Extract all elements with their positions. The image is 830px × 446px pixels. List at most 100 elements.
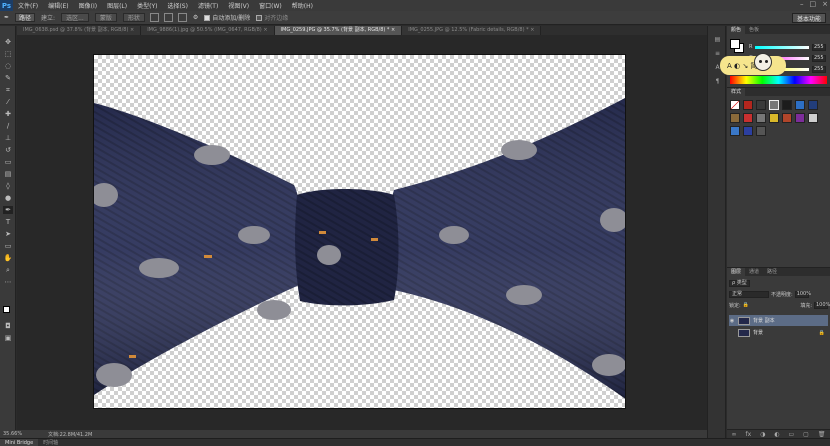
tab-img-0255[interactable]: IMG_0255.JPG @ 12.5% (Fabric details, RG… — [402, 26, 542, 35]
style-swatch[interactable] — [808, 100, 818, 110]
make-shape-button[interactable]: 形状 — [122, 13, 145, 22]
type-tool-icon[interactable]: T — [3, 218, 13, 226]
brush-tool-icon[interactable]: ∕ — [3, 122, 13, 130]
menu-layer[interactable]: 图层(L) — [102, 1, 132, 10]
tab-styles[interactable]: 样式 — [727, 88, 746, 96]
maximize-button[interactable]: □ — [810, 0, 817, 8]
style-swatch[interactable] — [756, 100, 766, 110]
zoom-level[interactable]: 35.66% — [0, 431, 30, 437]
fx-icon[interactable]: fx — [745, 431, 751, 438]
style-swatch[interactable] — [795, 100, 805, 110]
screen-mode-icon[interactable]: ▣ — [3, 334, 13, 342]
folder-icon[interactable]: ▭ — [789, 431, 795, 438]
tab-color[interactable]: 颜色 — [727, 26, 746, 34]
foreground-color-swatch[interactable] — [730, 39, 740, 49]
marquee-tool-icon[interactable]: ⬚ — [3, 50, 13, 58]
tab-timeline[interactable]: 时间轴 — [38, 439, 63, 446]
pen-tool-icon[interactable]: ✒ — [4, 13, 9, 22]
paragraph-icon[interactable]: ¶ — [713, 78, 722, 86]
clone-stamp-icon[interactable]: ⊥ — [3, 134, 13, 142]
red-slider[interactable] — [755, 45, 809, 49]
style-swatch[interactable] — [730, 126, 740, 136]
style-swatch[interactable] — [730, 100, 740, 110]
menu-filter[interactable]: 滤镜(T) — [193, 1, 223, 10]
tab-swatches[interactable]: 色板 — [745, 26, 763, 34]
eyedropper-tool-icon[interactable]: ⁄ — [3, 98, 13, 106]
properties-icon[interactable]: ≡ — [713, 50, 722, 58]
opacity-input[interactable]: 100% — [794, 290, 811, 298]
color-spectrum[interactable] — [730, 76, 827, 84]
eraser-tool-icon[interactable]: ▭ — [3, 158, 13, 166]
style-swatch[interactable] — [782, 100, 792, 110]
tab-img-0638[interactable]: IMG_0638.psd @ 37.8% (背景 副本, RGB/8) × — [17, 26, 142, 35]
tab-channels[interactable]: 通道 — [745, 268, 763, 276]
menu-type[interactable]: 类型(Y) — [132, 1, 162, 10]
history-icon[interactable]: ▤ — [713, 36, 722, 44]
rectangle-tool-icon[interactable]: ▭ — [3, 242, 13, 250]
layer-row-background[interactable]: 背景 🔒 — [729, 327, 828, 338]
tab-img-0259[interactable]: IMG_0259.JPG @ 35.7% (背景 副本, RGB/8) * × — [274, 26, 403, 35]
zoom-tool-icon[interactable]: ⌕ — [3, 266, 13, 274]
lock-icon[interactable]: 🔒 — [743, 302, 749, 308]
auto-add-delete-checkbox[interactable]: 自动添加/删除 — [204, 13, 250, 22]
style-swatch[interactable] — [795, 113, 805, 123]
ime-toolbar[interactable]: A ◐ ↘ 简 — [720, 53, 786, 75]
more-tools-icon[interactable]: ⋯ — [3, 278, 13, 286]
path-arrangement-icon[interactable] — [177, 13, 187, 22]
style-swatch[interactable] — [756, 113, 766, 123]
workspace-select[interactable]: 基本功能 — [791, 13, 826, 23]
canvas-area[interactable] — [17, 35, 707, 432]
path-select-icon[interactable]: ➤ — [3, 230, 13, 238]
quick-mask-icon[interactable]: ◘ — [3, 322, 13, 330]
menu-help[interactable]: 帮助(H) — [287, 1, 318, 10]
blue-value[interactable]: 255 — [812, 65, 826, 73]
menu-view[interactable]: 视图(V) — [223, 1, 254, 10]
close-button[interactable]: × — [822, 0, 828, 8]
foreground-color-swatch[interactable] — [3, 306, 10, 313]
quick-select-tool-icon[interactable]: ✎ — [3, 74, 13, 82]
trash-icon[interactable]: 🗑 — [818, 431, 826, 438]
tool-mode-select[interactable]: 路径 — [15, 13, 36, 22]
gear-icon[interactable]: ⚙ — [193, 13, 198, 22]
red-value[interactable]: 255 — [812, 43, 826, 51]
move-tool-icon[interactable]: ✥ — [3, 38, 13, 46]
tab-img-9886[interactable]: IMG_9886(1).jpg @ 50.5% (IMG_0647, RGB/8… — [141, 26, 275, 35]
style-swatch[interactable] — [769, 113, 779, 123]
green-value[interactable]: 255 — [812, 54, 826, 62]
foreground-background-colors[interactable] — [3, 306, 13, 316]
document-canvas[interactable] — [93, 54, 626, 409]
new-layer-icon[interactable]: ▢ — [803, 431, 809, 438]
eye-icon[interactable] — [729, 330, 735, 336]
make-selection-button[interactable]: 选区... — [61, 13, 89, 22]
tab-layers[interactable]: 图层 — [727, 268, 746, 276]
dodge-tool-icon[interactable]: ● — [3, 194, 13, 202]
style-swatch[interactable] — [743, 100, 753, 110]
fill-input[interactable]: 100% — [814, 301, 830, 309]
menu-file[interactable]: 文件(F) — [13, 1, 43, 10]
gradient-tool-icon[interactable]: ▤ — [3, 170, 13, 178]
tab-paths[interactable]: 路径 — [763, 268, 781, 276]
adjustment-icon[interactable]: ◐ — [774, 431, 779, 438]
minimize-button[interactable]: – — [800, 0, 804, 8]
style-swatch[interactable] — [743, 126, 753, 136]
menu-edit[interactable]: 编辑(E) — [43, 1, 73, 10]
make-mask-button[interactable]: 蒙版 — [94, 13, 117, 22]
style-swatch[interactable] — [769, 100, 779, 110]
layer-row-background-copy[interactable]: ◉ 背景 副本 — [729, 315, 828, 326]
crop-tool-icon[interactable]: ⌗ — [3, 86, 13, 94]
healing-brush-icon[interactable]: ✚ — [3, 110, 13, 118]
pen-tool-icon[interactable]: ✒ — [3, 206, 13, 214]
style-swatch[interactable] — [730, 113, 740, 123]
blend-mode-select[interactable]: 正常 — [729, 290, 769, 298]
style-swatch[interactable] — [743, 113, 753, 123]
lasso-tool-icon[interactable]: ◌ — [3, 62, 13, 70]
blur-tool-icon[interactable]: ◊ — [3, 182, 13, 190]
menu-image[interactable]: 图像(I) — [74, 1, 102, 10]
layer-filter-select[interactable]: ρ 类型 — [729, 279, 750, 287]
eye-icon[interactable]: ◉ — [729, 318, 735, 324]
style-swatch[interactable] — [756, 126, 766, 136]
style-swatch[interactable] — [782, 113, 792, 123]
path-alignment-icon[interactable] — [163, 13, 173, 22]
path-operations-icon[interactable] — [149, 13, 159, 22]
align-edges-checkbox[interactable]: 对齐边缘 — [256, 13, 288, 22]
